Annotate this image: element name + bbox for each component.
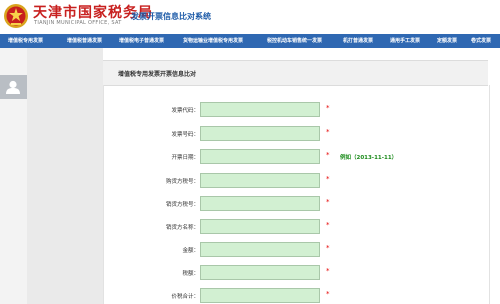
required-marker: * [326,151,330,159]
site-header: 天津市国家税务局 TIANJIN MUNICIPAL OFFICE, SAT 发… [0,0,500,34]
form-row-invoice-date: 开票日期： * 例如（2013-11-11） [104,149,489,165]
form-row-total: 价税合计： * [104,288,489,304]
seller-name-input[interactable] [200,219,320,234]
nav-item-handwritten[interactable]: 通用手工发票 [390,34,420,48]
system-title: 发票开票信息比对系统 [131,12,211,21]
tax-label: 税额： [182,271,199,277]
left-sidebar [0,48,27,304]
nav-item-motor-vehicle[interactable]: 税控机动车销售统一发票 [267,34,322,48]
amount-label: 金额： [182,248,199,254]
form-row-invoice-code: 发票代码： * [104,102,489,118]
required-marker: * [326,198,330,206]
required-marker: * [326,128,330,136]
seller-tax-id-input[interactable] [200,196,320,211]
nav-item-machine-printed[interactable]: 机打普通发票 [343,34,373,48]
form-row-amount: 金额： * [104,242,489,258]
required-marker: * [326,244,330,252]
invoice-form: 发票代码： * 发票号码： * 开票日期： * 例如（2013-11-11） 购… [103,85,490,304]
nav-item-vat-electronic[interactable]: 增值税电子普通发票 [119,34,164,48]
form-row-seller-tax-id: 销货方税号： * [104,196,489,212]
panel-header: 增值税专用发票开票信息比对 [103,60,488,86]
nav-item-fixed-amount[interactable]: 定额发票 [437,34,457,48]
buyer-tax-id-label: 购货方税号： [165,179,199,185]
invoice-date-input[interactable] [200,149,320,164]
main-content: 增值税专用发票开票信息比对 发票代码： * 发票号码： * 开票日期： * 例如… [103,48,500,304]
nav-item-freight-vat[interactable]: 货物运输业增值税专用发票 [183,34,243,48]
buyer-tax-id-input[interactable] [200,173,320,188]
total-label: 价税合计： [171,294,199,300]
invoice-date-label: 开票日期： [171,155,199,161]
tax-input[interactable] [200,265,320,280]
form-row-invoice-number: 发票号码： * [104,126,489,142]
seller-name-label: 销货方名称： [165,225,199,231]
invoice-number-input[interactable] [200,126,320,141]
invoice-code-label: 发票代码： [171,108,199,114]
nav-item-roll[interactable]: 卷式发票 [471,34,491,48]
form-row-tax: 税额： * [104,265,489,281]
form-row-seller-name: 销货方名称： * [104,219,489,235]
panel-title: 增值税专用发票开票信息比对 [118,71,197,78]
nav-item-vat-general[interactable]: 增值税普通发票 [67,34,102,48]
required-marker: * [326,104,330,112]
user-avatar-icon [6,80,20,94]
required-marker: * [326,175,330,183]
required-marker: * [326,267,330,275]
form-row-buyer-tax-id: 购货方税号： * [104,173,489,189]
total-input[interactable] [200,288,320,303]
invoice-code-input[interactable] [200,102,320,117]
sidebar-gutter [27,48,103,304]
user-panel[interactable] [0,75,27,99]
amount-input[interactable] [200,242,320,257]
brand-subtitle: TIANJIN MUNICIPAL OFFICE, SAT [34,20,122,26]
tax-emblem-icon [4,4,28,28]
seller-tax-id-label: 销货方税号： [165,202,199,208]
required-marker: * [326,290,330,298]
required-marker: * [326,221,330,229]
main-nav: 增值税专用发票 增值税普通发票 增值税电子普通发票 货物运输业增值税专用发票 税… [0,34,500,48]
date-example-hint: 例如（2013-11-11） [340,155,398,161]
nav-item-vat-special[interactable]: 增值税专用发票 [8,34,43,48]
invoice-number-label: 发票号码： [171,132,199,138]
